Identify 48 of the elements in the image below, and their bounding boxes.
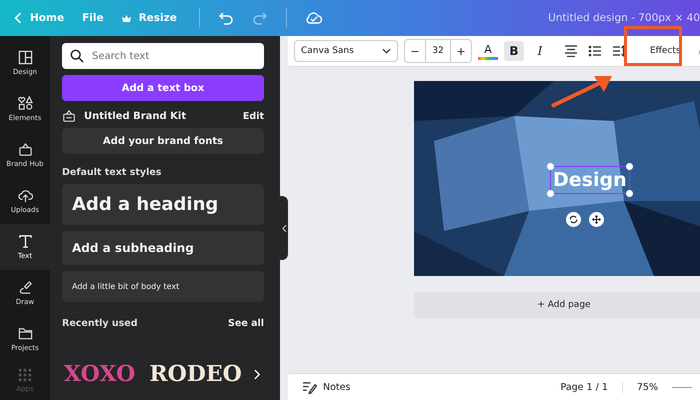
add-brand-fonts-button[interactable]: Add your brand fonts (62, 128, 264, 154)
font-preview[interactable]: RODEO (147, 363, 244, 385)
pen-icon (18, 280, 32, 295)
page-indicator[interactable]: Page 1 / 1 (560, 382, 623, 392)
bold-button[interactable]: B (504, 41, 524, 61)
grid-icon (18, 368, 32, 382)
notes-button[interactable]: Notes (296, 380, 356, 394)
text-style-option[interactable]: Add a heading (62, 184, 264, 225)
chevron-right-icon[interactable] (254, 368, 261, 380)
folder-icon (18, 326, 32, 341)
font-preview[interactable]: XOXO (62, 363, 138, 385)
rotate-icon[interactable] (566, 212, 581, 227)
crown-icon (122, 14, 131, 22)
text-color-button[interactable]: A (478, 42, 498, 60)
text-t-icon (18, 234, 32, 249)
document-title: Untitled design - 700px × 40 (548, 12, 700, 24)
notes-icon (302, 380, 317, 394)
move-icon[interactable] (589, 212, 604, 227)
cloud-check-icon[interactable] (304, 11, 323, 25)
undo-icon[interactable] (218, 10, 234, 26)
collapse-handle[interactable] (280, 196, 288, 260)
italic-button[interactable]: I (530, 41, 550, 61)
text-style-option[interactable]: Add a little bit of body text (62, 271, 264, 302)
section-title: Recently used (62, 318, 138, 329)
add-text-box-button[interactable]: Add a text box (62, 75, 264, 101)
cloud-upload-icon (18, 188, 32, 203)
brand-kit-name: Untitled Brand Kit (84, 110, 188, 122)
see-all-link[interactable]: See all (228, 318, 264, 329)
briefcase-icon (18, 142, 32, 157)
bullet-list-icon[interactable] (588, 45, 602, 57)
add-page-button[interactable]: + Add page (414, 292, 700, 318)
zoom-level[interactable]: 75% (636, 382, 658, 392)
layout-icon (18, 50, 32, 65)
shapes-icon (18, 96, 32, 111)
effects-button[interactable]: Effects (640, 42, 691, 60)
font-dropdown[interactable]: Canva Sans (294, 40, 398, 62)
search-icon (70, 49, 84, 63)
briefcase-icon (62, 109, 76, 123)
chevron-left-icon (14, 12, 22, 24)
section-title: Default text styles (62, 167, 162, 178)
line-spacing-icon[interactable] (612, 45, 626, 57)
align-center-icon[interactable] (564, 45, 578, 57)
highlight-frame (624, 26, 682, 66)
caret-icon (382, 48, 391, 54)
chevron-left-icon (282, 224, 286, 232)
search-field[interactable]: Search text (62, 43, 264, 69)
text-style-option[interactable]: Add a subheading (62, 231, 264, 265)
edit-link[interactable]: Edit (242, 110, 264, 122)
